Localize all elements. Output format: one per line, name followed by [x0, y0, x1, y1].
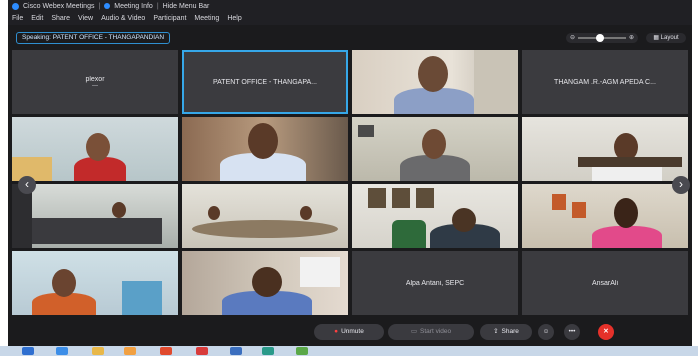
participant-name: Alpa Antani, SEPC [405, 279, 465, 287]
video-tile[interactable] [352, 117, 518, 181]
more-options-button[interactable]: ••• [564, 324, 580, 340]
video-tile[interactable]: Alpa Antani, SEPC [352, 251, 518, 315]
volume-up-icon[interactable]: ⊕ [629, 34, 634, 41]
share-label: Share [501, 328, 519, 335]
video-tile[interactable] [12, 184, 178, 248]
video-tile[interactable] [12, 117, 178, 181]
menu-view[interactable]: View [78, 15, 93, 22]
menu-file[interactable]: File [12, 15, 23, 22]
menu-edit[interactable]: Edit [31, 15, 43, 22]
video-tile-active-speaker[interactable]: PATENT OFFICE - THANGAPA... [182, 50, 348, 114]
menu-share[interactable]: Share [51, 15, 70, 22]
participant-name: THANGAM .R.-AGM APEDA C... [554, 78, 656, 86]
app-icon[interactable] [196, 347, 208, 355]
video-tile[interactable] [522, 184, 688, 248]
video-tile[interactable] [352, 184, 518, 248]
hide-menu-bar-link[interactable]: Hide Menu Bar [163, 3, 210, 10]
start-video-label: Start video [420, 328, 452, 335]
layout-label: Layout [660, 35, 679, 41]
windows-taskbar [0, 346, 698, 356]
meeting-info-link[interactable]: Meeting Info [114, 3, 153, 10]
participant-status: — [91, 82, 98, 89]
menu-bar: File Edit Share View Audio & Video Parti… [8, 12, 692, 25]
speaker-bar: Speaking: PATENT OFFICE - THANGAPANDIAN … [8, 27, 692, 49]
info-icon [104, 3, 111, 9]
next-page-button[interactable]: › [672, 176, 690, 194]
participant-name: plexor [85, 75, 105, 83]
chrome-icon[interactable] [160, 347, 172, 355]
volume-knob[interactable] [595, 34, 604, 42]
unmute-button[interactable]: ● Unmute [314, 324, 384, 340]
app-title: Cisco Webex Meetings [23, 2, 95, 10]
meeting-controls: ● Unmute ▭ Start video ⇪ Share ☺ ••• ✕ [8, 318, 692, 346]
reactions-icon: ☺ [542, 328, 550, 335]
video-tile[interactable] [352, 50, 518, 114]
volume-slider[interactable]: ⊖ ⊕ [566, 33, 638, 43]
browser-icon[interactable] [56, 347, 68, 355]
participant-name: AnsarAli [591, 279, 619, 287]
webex-meeting-window: Cisco Webex Meetings | Meeting Info | Hi… [8, 0, 692, 356]
video-tile[interactable]: AnsarAli [522, 251, 688, 315]
layout-button[interactable]: ▦ Layout [646, 33, 686, 43]
video-tile[interactable] [182, 251, 348, 315]
start-menu-icon[interactable] [22, 347, 34, 355]
video-camera-icon: ▭ [410, 328, 418, 335]
excel-icon[interactable] [296, 347, 308, 355]
participant-name: PATENT OFFICE - THANGAPA... [213, 78, 317, 86]
share-button[interactable]: ⇪ Share [480, 324, 532, 340]
layout-icon: ▦ [653, 35, 661, 41]
muted-microphone-icon: ● [334, 328, 339, 335]
title-bar: Cisco Webex Meetings | Meeting Info | Hi… [8, 0, 692, 12]
webex-logo-icon [12, 2, 19, 10]
share-icon: ⇪ [493, 328, 499, 335]
start-video-button[interactable]: ▭ Start video [388, 324, 474, 340]
unmute-label: Unmute [341, 328, 364, 335]
media-icon[interactable] [124, 347, 136, 355]
video-tile[interactable] [12, 251, 178, 315]
menu-audio-video[interactable]: Audio & Video [101, 15, 145, 22]
video-tile[interactable] [182, 117, 348, 181]
webex-taskbar-icon[interactable] [262, 347, 274, 355]
video-tile[interactable]: plexor — [12, 50, 178, 114]
word-icon[interactable] [230, 347, 242, 355]
video-tile[interactable]: THANGAM .R.-AGM APEDA C... [522, 50, 688, 114]
more-icon: ••• [568, 328, 576, 335]
menu-meeting[interactable]: Meeting [194, 15, 219, 22]
close-icon: ✕ [603, 328, 609, 335]
previous-page-button[interactable]: ‹ [18, 176, 36, 194]
volume-down-icon[interactable]: ⊖ [570, 34, 575, 41]
video-tile[interactable] [522, 117, 688, 181]
video-grid: plexor — PATENT OFFICE - THANGAPA... THA… [12, 50, 688, 316]
reactions-button[interactable]: ☺ [538, 324, 554, 340]
speaking-indicator: Speaking: PATENT OFFICE - THANGAPANDIAN [16, 32, 171, 44]
video-tile[interactable] [182, 184, 348, 248]
menu-participant[interactable]: Participant [153, 15, 186, 22]
leave-meeting-button[interactable]: ✕ [598, 324, 614, 340]
menu-help[interactable]: Help [227, 15, 241, 22]
folder-icon[interactable] [92, 347, 104, 355]
